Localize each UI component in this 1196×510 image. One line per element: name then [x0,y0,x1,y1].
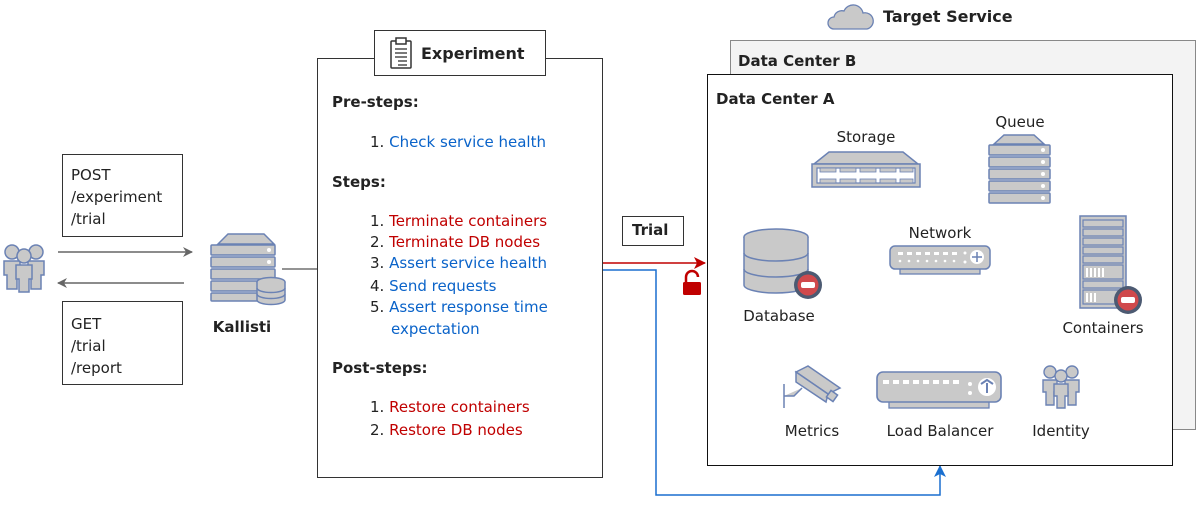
queue-label: Queue [995,113,1045,131]
storage-icon [811,151,921,188]
identity-users-icon [1042,365,1080,409]
step-text: Assert response time [389,298,548,316]
network-switch-icon [889,245,991,275]
post-steps-heading: Post-steps: [332,359,428,377]
post-method: POST [71,166,111,184]
step-item: 1. Terminate containers [370,211,547,232]
step-item-continuation: expectation [391,319,480,340]
post-step-item: 2. Restore DB nodes [370,420,523,441]
unlocked-padlock-icon [683,269,701,295]
step-number: 3. [370,254,385,272]
stop-badge-icon [794,271,822,299]
pre-step-item: 1. Check service health [370,132,546,153]
post-path: /trial [71,210,106,228]
post-path: /experiment [71,188,163,206]
step-item: 3. Assert service health [370,253,547,274]
security-camera-icon [783,365,842,408]
step-item: 4. Send requests [370,276,496,297]
database-label: Database [743,307,815,325]
load-balancer-label: Load Balancer [886,422,994,440]
kallisti-server-icon [210,233,286,306]
get-method: GET [71,315,102,333]
cloud-icon [827,4,874,30]
step-text: Check service health [389,133,546,151]
network-label: Network [908,224,972,242]
users-icon [3,244,45,293]
kallisti-label: Kallisti [212,318,272,336]
pre-steps-heading: Pre-steps: [332,93,419,111]
containers-rack-icon [1079,215,1142,314]
load-balancer-icon [876,371,1002,409]
get-path: /trial [71,337,106,355]
step-text: Send requests [389,277,497,295]
data-center-a-label: Data Center A [716,90,835,108]
step-text: Terminate DB nodes [389,233,541,251]
experiment-title: Experiment [421,44,525,63]
step-number: 1. [370,133,385,151]
get-path: /report [71,359,122,377]
trial-label-box: Trial [622,216,684,246]
identity-label: Identity [1032,422,1090,440]
step-text: Assert service health [389,254,548,272]
step-number: 5. [370,298,385,316]
step-text: expectation [391,320,480,338]
step-item: 5. Assert response time [370,297,548,318]
post-step-item: 1. Restore containers [370,397,530,418]
steps-heading: Steps: [332,173,386,191]
database-icon [743,228,822,299]
step-number: 4. [370,277,385,295]
stop-badge-icon [1114,286,1142,314]
containers-label: Containers [1062,319,1144,337]
step-number: 2. [370,233,385,251]
step-number: 1. [370,212,385,230]
metrics-label: Metrics [784,422,840,440]
storage-label: Storage [836,128,896,146]
clipboard-icon [390,37,412,69]
queue-server-icon [988,134,1051,204]
get-request-box: GET /trial /report [62,301,183,385]
post-request-box: POST /experiment /trial [62,154,183,237]
step-item: 2. Terminate DB nodes [370,232,540,253]
target-service-title: Target Service [883,7,1013,26]
step-text: Restore DB nodes [389,421,523,439]
step-number: 2. [370,421,385,439]
step-text: Restore containers [389,398,530,416]
experiment-title-box: Experiment [374,30,546,76]
step-text: Terminate containers [389,212,548,230]
trial-label: Trial [632,221,669,239]
step-number: 1. [370,398,385,416]
data-center-b-label: Data Center B [738,52,857,70]
